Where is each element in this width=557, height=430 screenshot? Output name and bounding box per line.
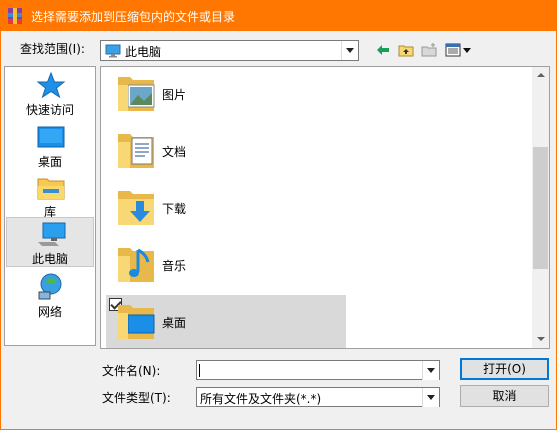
scroll-up-icon[interactable]	[532, 67, 549, 84]
file-type-label: 文件类型(T):	[102, 391, 171, 405]
file-label: 下载	[162, 202, 187, 216]
list-item[interactable]: 图片	[106, 67, 346, 121]
view-menu-icon	[445, 43, 471, 57]
places-bar: 快速访问 桌面 库 此电脑 网络	[4, 66, 96, 346]
file-type-value: 所有文件及文件夹(*.*)	[200, 392, 322, 406]
place-quick-access[interactable]: 快速访问	[6, 69, 94, 119]
list-item[interactable]: 音乐	[106, 238, 346, 292]
place-label: 此电脑	[31, 252, 68, 266]
view-menu-button[interactable]	[442, 40, 474, 60]
scroll-thumb[interactable]	[533, 147, 548, 269]
place-desktop[interactable]: 桌面	[6, 121, 94, 171]
place-label: 网络	[37, 305, 62, 319]
scroll-down-icon[interactable]	[532, 331, 549, 348]
place-library[interactable]: 库	[6, 171, 94, 221]
place-network[interactable]: 网络	[6, 271, 94, 321]
chevron-down-icon[interactable]	[422, 388, 439, 407]
file-list[interactable]: 图片 文档 下载 音乐 桌面	[100, 66, 550, 349]
desktop-folder-icon	[118, 305, 155, 339]
up-folder-button[interactable]	[395, 40, 417, 60]
window-title: 选择需要添加到压缩包内的文件或目录	[31, 10, 236, 24]
star-icon	[36, 71, 66, 99]
file-name-label: 文件名(N):	[102, 364, 161, 378]
back-arrow-icon	[377, 45, 389, 55]
archive-app-icon	[8, 8, 22, 24]
place-label: 桌面	[37, 155, 62, 169]
open-button[interactable]: 打开(O)	[460, 358, 549, 380]
network-icon	[38, 273, 62, 300]
title-bar[interactable]: 选择需要添加到压缩包内的文件或目录	[0, 0, 557, 31]
up-folder-icon	[398, 45, 414, 57]
list-item[interactable]: 桌面	[106, 295, 346, 348]
file-label: 图片	[162, 88, 187, 102]
library-icon	[37, 178, 65, 200]
look-in-combo[interactable]: 此电脑	[100, 40, 359, 61]
chevron-down-icon[interactable]	[341, 41, 358, 60]
look-in-value: 此电脑	[125, 45, 162, 59]
downloads-folder-icon	[118, 191, 154, 225]
place-label: 快速访问	[25, 103, 74, 117]
music-folder-icon	[118, 248, 154, 282]
list-item[interactable]: 下载	[106, 181, 346, 235]
cancel-button[interactable]: 取消	[460, 385, 549, 407]
computer-icon	[38, 222, 66, 246]
documents-folder-icon	[118, 134, 154, 168]
text-caret	[199, 364, 200, 377]
new-folder-icon	[421, 43, 437, 57]
file-label: 桌面	[162, 316, 187, 330]
look-in-label: 查找范围(I):	[20, 42, 85, 56]
pictures-folder-icon	[118, 77, 155, 111]
file-label: 文档	[162, 145, 187, 159]
file-name-input[interactable]	[196, 360, 440, 380]
place-this-pc[interactable]: 此电脑	[6, 217, 94, 267]
computer-icon	[105, 44, 121, 58]
list-item[interactable]: 文档	[106, 124, 346, 178]
vertical-scrollbar[interactable]	[532, 67, 549, 348]
file-type-select[interactable]: 所有文件及文件夹(*.*)	[196, 387, 440, 407]
chevron-down-icon[interactable]	[422, 361, 439, 380]
desktop-icon	[37, 126, 65, 148]
file-label: 音乐	[162, 259, 187, 273]
new-folder-button[interactable]	[418, 40, 440, 60]
back-button[interactable]	[372, 40, 394, 60]
